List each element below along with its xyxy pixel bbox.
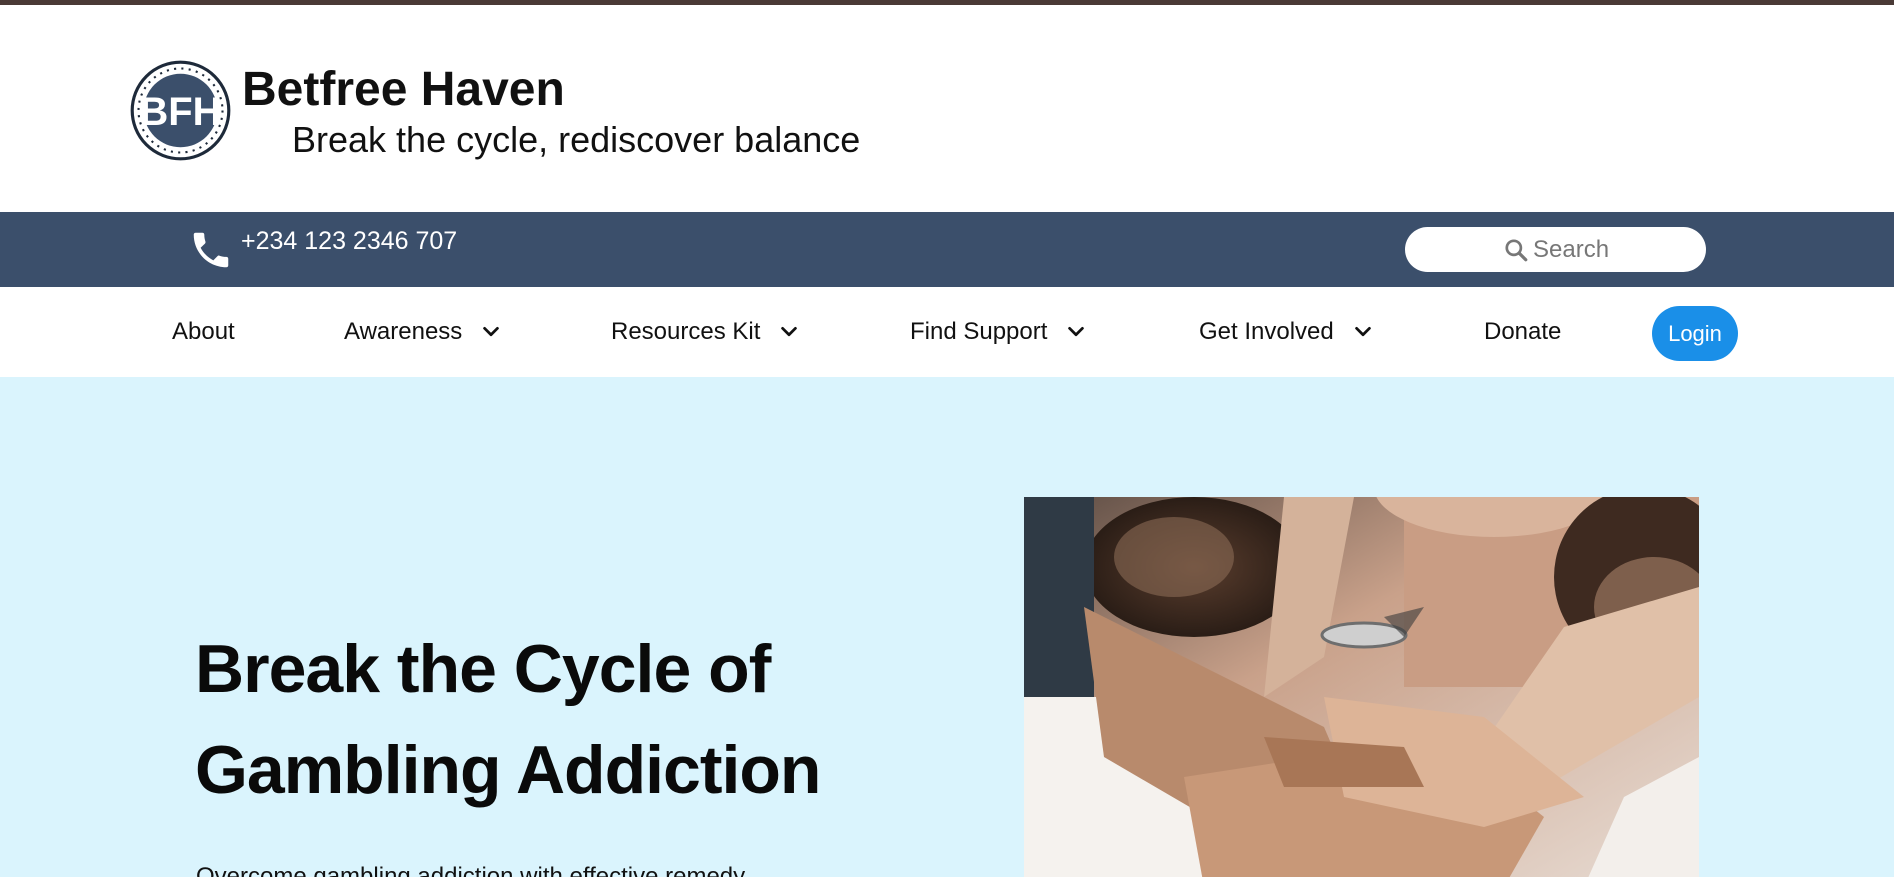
chevron-down-icon: [483, 326, 500, 337]
hero-image-hands-together: [1024, 497, 1699, 877]
search-placeholder: Search: [1533, 236, 1610, 263]
nav-item-label: Find Support: [910, 318, 1048, 345]
logo[interactable]: BFH: [128, 58, 233, 163]
nav-item-donate[interactable]: Donate: [1484, 287, 1561, 377]
chevron-down-icon: [1068, 326, 1085, 337]
contact-bar: +234 123 2346 707 Search: [0, 212, 1894, 287]
svg-text:BFH: BFH: [140, 90, 222, 134]
nav-item-label: Resources Kit: [611, 318, 761, 345]
phone-number[interactable]: +234 123 2346 707: [241, 225, 457, 257]
nav-item-find-support[interactable]: Find Support: [910, 287, 1087, 377]
brand-header: BFH Betfree Haven Break the cycle, redis…: [0, 5, 1894, 212]
nav-item-resources-kit[interactable]: Resources Kit: [611, 287, 800, 377]
search-icon: [1505, 239, 1528, 262]
search-input[interactable]: Search: [1405, 227, 1706, 272]
main-nav: About Awareness Resources Kit Find Suppo…: [0, 287, 1894, 377]
chevron-down-icon: [781, 326, 798, 337]
chevron-down-icon: [1354, 326, 1371, 337]
hero-title-line-1: Break the Cycle of: [195, 631, 771, 707]
hero-title: Break the Cycle of Gambling Addiction: [195, 619, 995, 821]
site-title[interactable]: Betfree Haven: [242, 60, 565, 120]
nav-item-label: Donate: [1484, 318, 1562, 345]
nav-item-label: About: [172, 318, 235, 345]
phone-icon: [193, 232, 229, 268]
login-button[interactable]: Login: [1652, 306, 1738, 361]
nav-item-label: Get Involved: [1199, 318, 1334, 345]
nav-item-about[interactable]: About: [172, 287, 235, 377]
nav-item-get-involved[interactable]: Get Involved: [1199, 287, 1374, 377]
site-tagline: Break the cycle, rediscover balance: [292, 119, 861, 160]
nav-item-awareness[interactable]: Awareness: [344, 287, 502, 377]
hero-title-line-2: Gambling Addiction: [195, 732, 821, 808]
hero-section: Break the Cycle of Gambling Addiction Ov…: [0, 377, 1894, 877]
hero-description: Overcome gambling addiction with effecti…: [196, 863, 746, 877]
nav-item-label: Awareness: [344, 318, 463, 345]
